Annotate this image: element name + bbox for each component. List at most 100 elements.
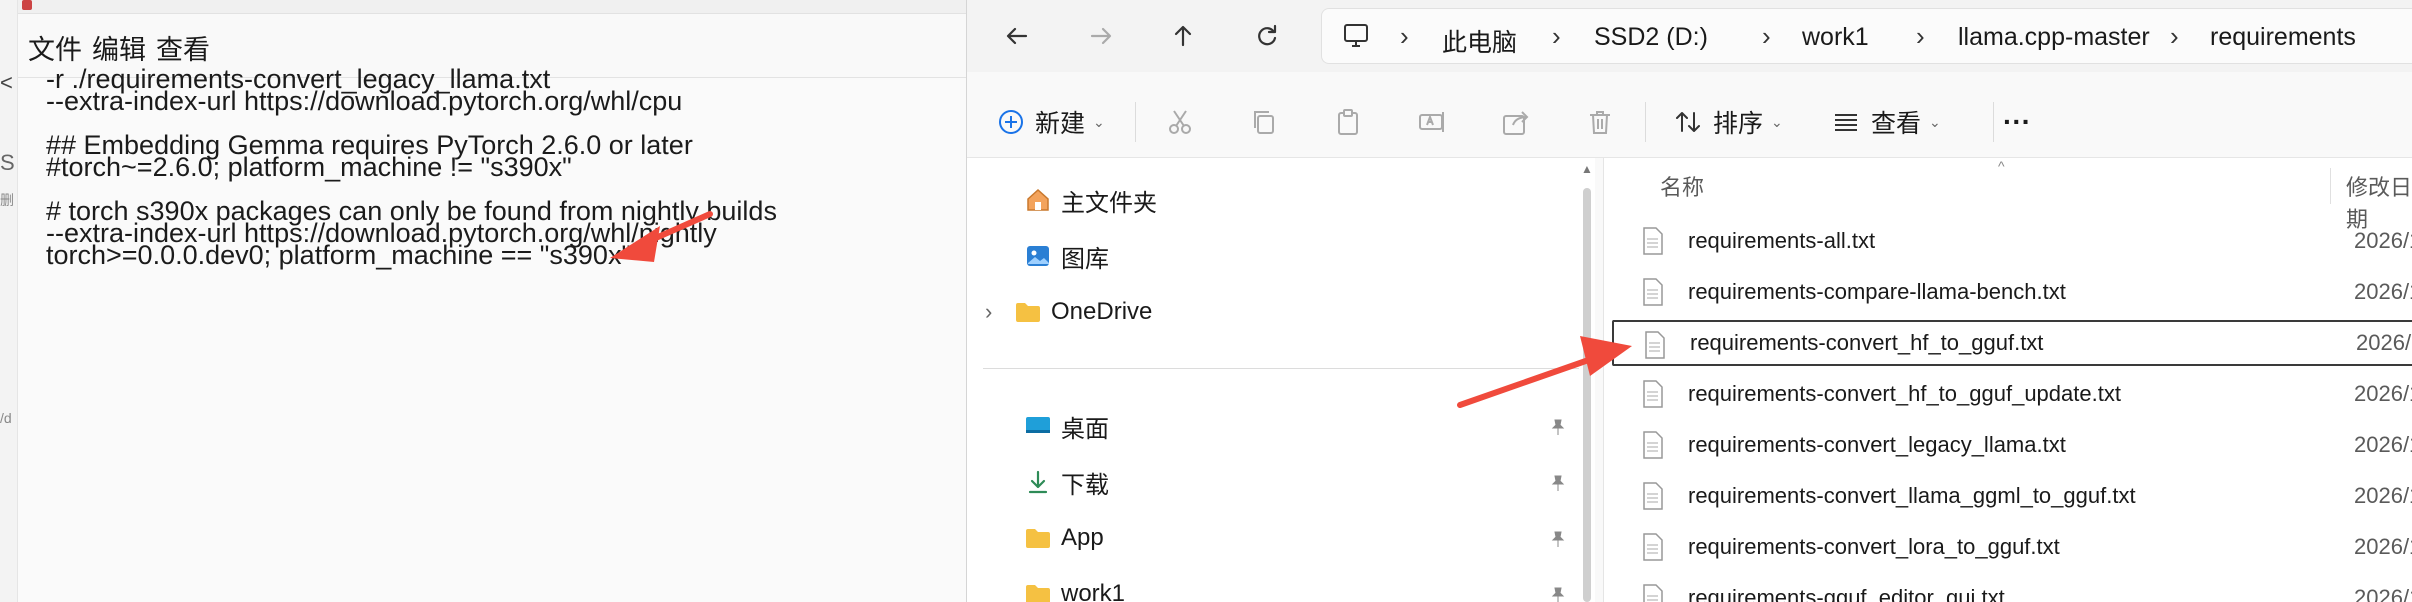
notepad-editor[interactable]: -r ./requirements-convert_legacy_llama.t… bbox=[18, 64, 966, 602]
view-list-icon bbox=[1835, 114, 1857, 131]
view-button-label: 查看 bbox=[1871, 110, 1922, 138]
nav-item-work1[interactable]: work1 bbox=[1025, 572, 1125, 602]
new-button[interactable]: 新建 ⌄ bbox=[997, 102, 1105, 142]
background-glyph: < bbox=[0, 70, 13, 95]
text-file-icon bbox=[1643, 533, 1663, 561]
text-file-icon bbox=[1643, 482, 1663, 510]
file-date: 2026/1/1 bbox=[2354, 279, 2412, 304]
sort-button[interactable]: 排序 ⌄ bbox=[1673, 102, 1783, 142]
nav-item-label: 下载 bbox=[1061, 471, 1109, 499]
chevron-right-icon: › bbox=[2170, 21, 2179, 51]
sort-ascending-icon: ^ bbox=[1998, 158, 2005, 174]
chevron-right-icon[interactable]: › bbox=[985, 299, 1015, 325]
back-button[interactable] bbox=[997, 16, 1037, 56]
file-row[interactable]: requirements-convert_hf_to_gguf_update.t… bbox=[1612, 371, 2412, 417]
breadcrumb-item[interactable]: llama.cpp-master bbox=[1958, 23, 2150, 52]
file-row[interactable]: requirements-all.txt 2026/1/1 bbox=[1612, 218, 2412, 264]
copy-icon bbox=[1254, 111, 1274, 134]
breadcrumb-item[interactable]: work1 bbox=[1802, 23, 1869, 52]
file-date: 2026/1/1 bbox=[2354, 534, 2412, 559]
text-file-icon bbox=[1643, 431, 1663, 459]
folder-icon bbox=[1026, 529, 1050, 548]
scroll-up-icon[interactable]: ▲ bbox=[1581, 162, 1593, 176]
nav-item-label: 图库 bbox=[1061, 245, 1109, 273]
delete-button[interactable] bbox=[1585, 102, 1615, 142]
pin-icon[interactable] bbox=[1549, 418, 1567, 436]
pin-icon[interactable] bbox=[1549, 586, 1567, 602]
more-options-icon: ··· bbox=[2003, 106, 2031, 137]
navpane-scrollbar[interactable] bbox=[1583, 188, 1591, 602]
text-file-icon bbox=[1645, 331, 1665, 359]
notepad-app-icon bbox=[22, 0, 32, 10]
share-button[interactable] bbox=[1501, 102, 1531, 142]
up-button[interactable] bbox=[1163, 16, 1203, 56]
file-row[interactable]: requirements-convert_legacy_llama.txt 20… bbox=[1612, 422, 2412, 468]
file-explorer-window: › 此电脑 › SSD2 (D:) › work1 › llama.cpp-ma… bbox=[966, 0, 2412, 602]
file-name: requirements-gguf_editor_gui.txt bbox=[1688, 585, 2005, 602]
file-date: 2026/1/1 bbox=[2354, 432, 2412, 457]
file-row[interactable]: requirements-compare-llama-bench.txt 202… bbox=[1612, 269, 2412, 315]
breadcrumb-item[interactable]: SSD2 (D:) bbox=[1594, 23, 1708, 52]
column-header-name[interactable]: 名称 bbox=[1660, 170, 1704, 202]
rename-button[interactable] bbox=[1417, 102, 1447, 142]
text-file-icon bbox=[1643, 584, 1663, 602]
nav-item-home[interactable]: 主文件夹 bbox=[1025, 178, 1157, 222]
plus-circle-icon bbox=[999, 110, 1023, 134]
background-text: 删 bbox=[0, 192, 14, 208]
refresh-button[interactable] bbox=[1247, 16, 1287, 56]
toolbar-divider bbox=[1135, 102, 1136, 142]
cut-button[interactable] bbox=[1165, 102, 1195, 142]
folder-icon bbox=[1026, 585, 1050, 602]
folder-icon bbox=[1016, 303, 1040, 322]
share-icon bbox=[1503, 111, 1529, 135]
nav-item-app[interactable]: App bbox=[1025, 516, 1104, 560]
notepad-window: 文件 编辑 查看 -r ./requirements-convert_legac… bbox=[18, 0, 966, 602]
text-file-icon bbox=[1643, 278, 1663, 306]
file-date: 2026/1/1 bbox=[2354, 483, 2412, 508]
pin-icon[interactable] bbox=[1549, 474, 1567, 492]
text-file-icon bbox=[1643, 227, 1663, 255]
file-name: requirements-all.txt bbox=[1688, 228, 1876, 253]
sort-icon bbox=[1676, 112, 1700, 132]
nav-item-label: 桌面 bbox=[1061, 415, 1109, 443]
paste-button[interactable] bbox=[1333, 102, 1363, 142]
file-name: requirements-convert_llama_ggml_to_gguf.… bbox=[1688, 483, 2136, 508]
column-divider[interactable] bbox=[2330, 168, 2331, 204]
forward-button[interactable] bbox=[1081, 16, 1121, 56]
file-name: requirements-compare-llama-bench.txt bbox=[1688, 279, 2066, 304]
breadcrumb-item[interactable]: 此电脑 bbox=[1442, 23, 1517, 59]
more-options-button[interactable]: ··· bbox=[1993, 102, 2031, 142]
rename-icon bbox=[1419, 112, 1444, 132]
file-name: requirements-convert_hf_to_gguf_update.t… bbox=[1688, 381, 2121, 406]
file-row[interactable]: requirements-gguf_editor_gui.txt 2026/1/… bbox=[1612, 575, 2412, 602]
navpane-divider bbox=[983, 368, 1579, 369]
pin-icon[interactable] bbox=[1549, 530, 1567, 548]
file-row-selected[interactable]: requirements-convert_hf_to_gguf.txt 2026… bbox=[1612, 320, 2412, 366]
file-row[interactable]: requirements-convert_llama_ggml_to_gguf.… bbox=[1612, 473, 2412, 519]
notepad-titlebar bbox=[18, 0, 966, 14]
chevron-down-icon: ⌄ bbox=[1093, 113, 1105, 130]
breadcrumb-item[interactable]: requirements bbox=[2210, 23, 2356, 52]
text-file-icon bbox=[1643, 380, 1663, 408]
chevron-right-icon: › bbox=[1400, 21, 1409, 51]
nav-item-downloads[interactable]: 下载 bbox=[1025, 460, 1109, 504]
explorer-toolbar: 新建 ⌄ 排序 ⌄ 查看 ⌄ ··· bbox=[967, 86, 2412, 158]
view-button[interactable]: 查看 ⌄ bbox=[1831, 102, 1941, 142]
file-date: 2026/1/1 bbox=[2354, 228, 2412, 253]
nav-item-gallery[interactable]: 图库 bbox=[1025, 234, 1109, 278]
nav-item-onedrive[interactable]: › OneDrive bbox=[985, 290, 1152, 334]
toolbar-divider bbox=[1645, 102, 1646, 142]
file-name: requirements-convert_hf_to_gguf.txt bbox=[1690, 330, 2044, 355]
chevron-right-icon: › bbox=[1552, 21, 1561, 51]
file-row[interactable]: requirements-convert_lora_to_gguf.txt 20… bbox=[1612, 524, 2412, 570]
address-bar[interactable]: › 此电脑 › SSD2 (D:) › work1 › llama.cpp-ma… bbox=[1321, 8, 2412, 64]
editor-line: --extra-index-url https://download.pytor… bbox=[46, 86, 683, 116]
nav-item-label: work1 bbox=[1061, 580, 1126, 602]
refresh-icon bbox=[1258, 24, 1277, 46]
desktop-icon bbox=[1026, 417, 1050, 433]
nav-item-desktop[interactable]: 桌面 bbox=[1025, 404, 1109, 448]
chevron-right-icon: › bbox=[1762, 21, 1771, 51]
download-icon bbox=[1028, 470, 1048, 494]
copy-button[interactable] bbox=[1249, 102, 1279, 142]
nav-item-label: 主文件夹 bbox=[1061, 189, 1157, 217]
